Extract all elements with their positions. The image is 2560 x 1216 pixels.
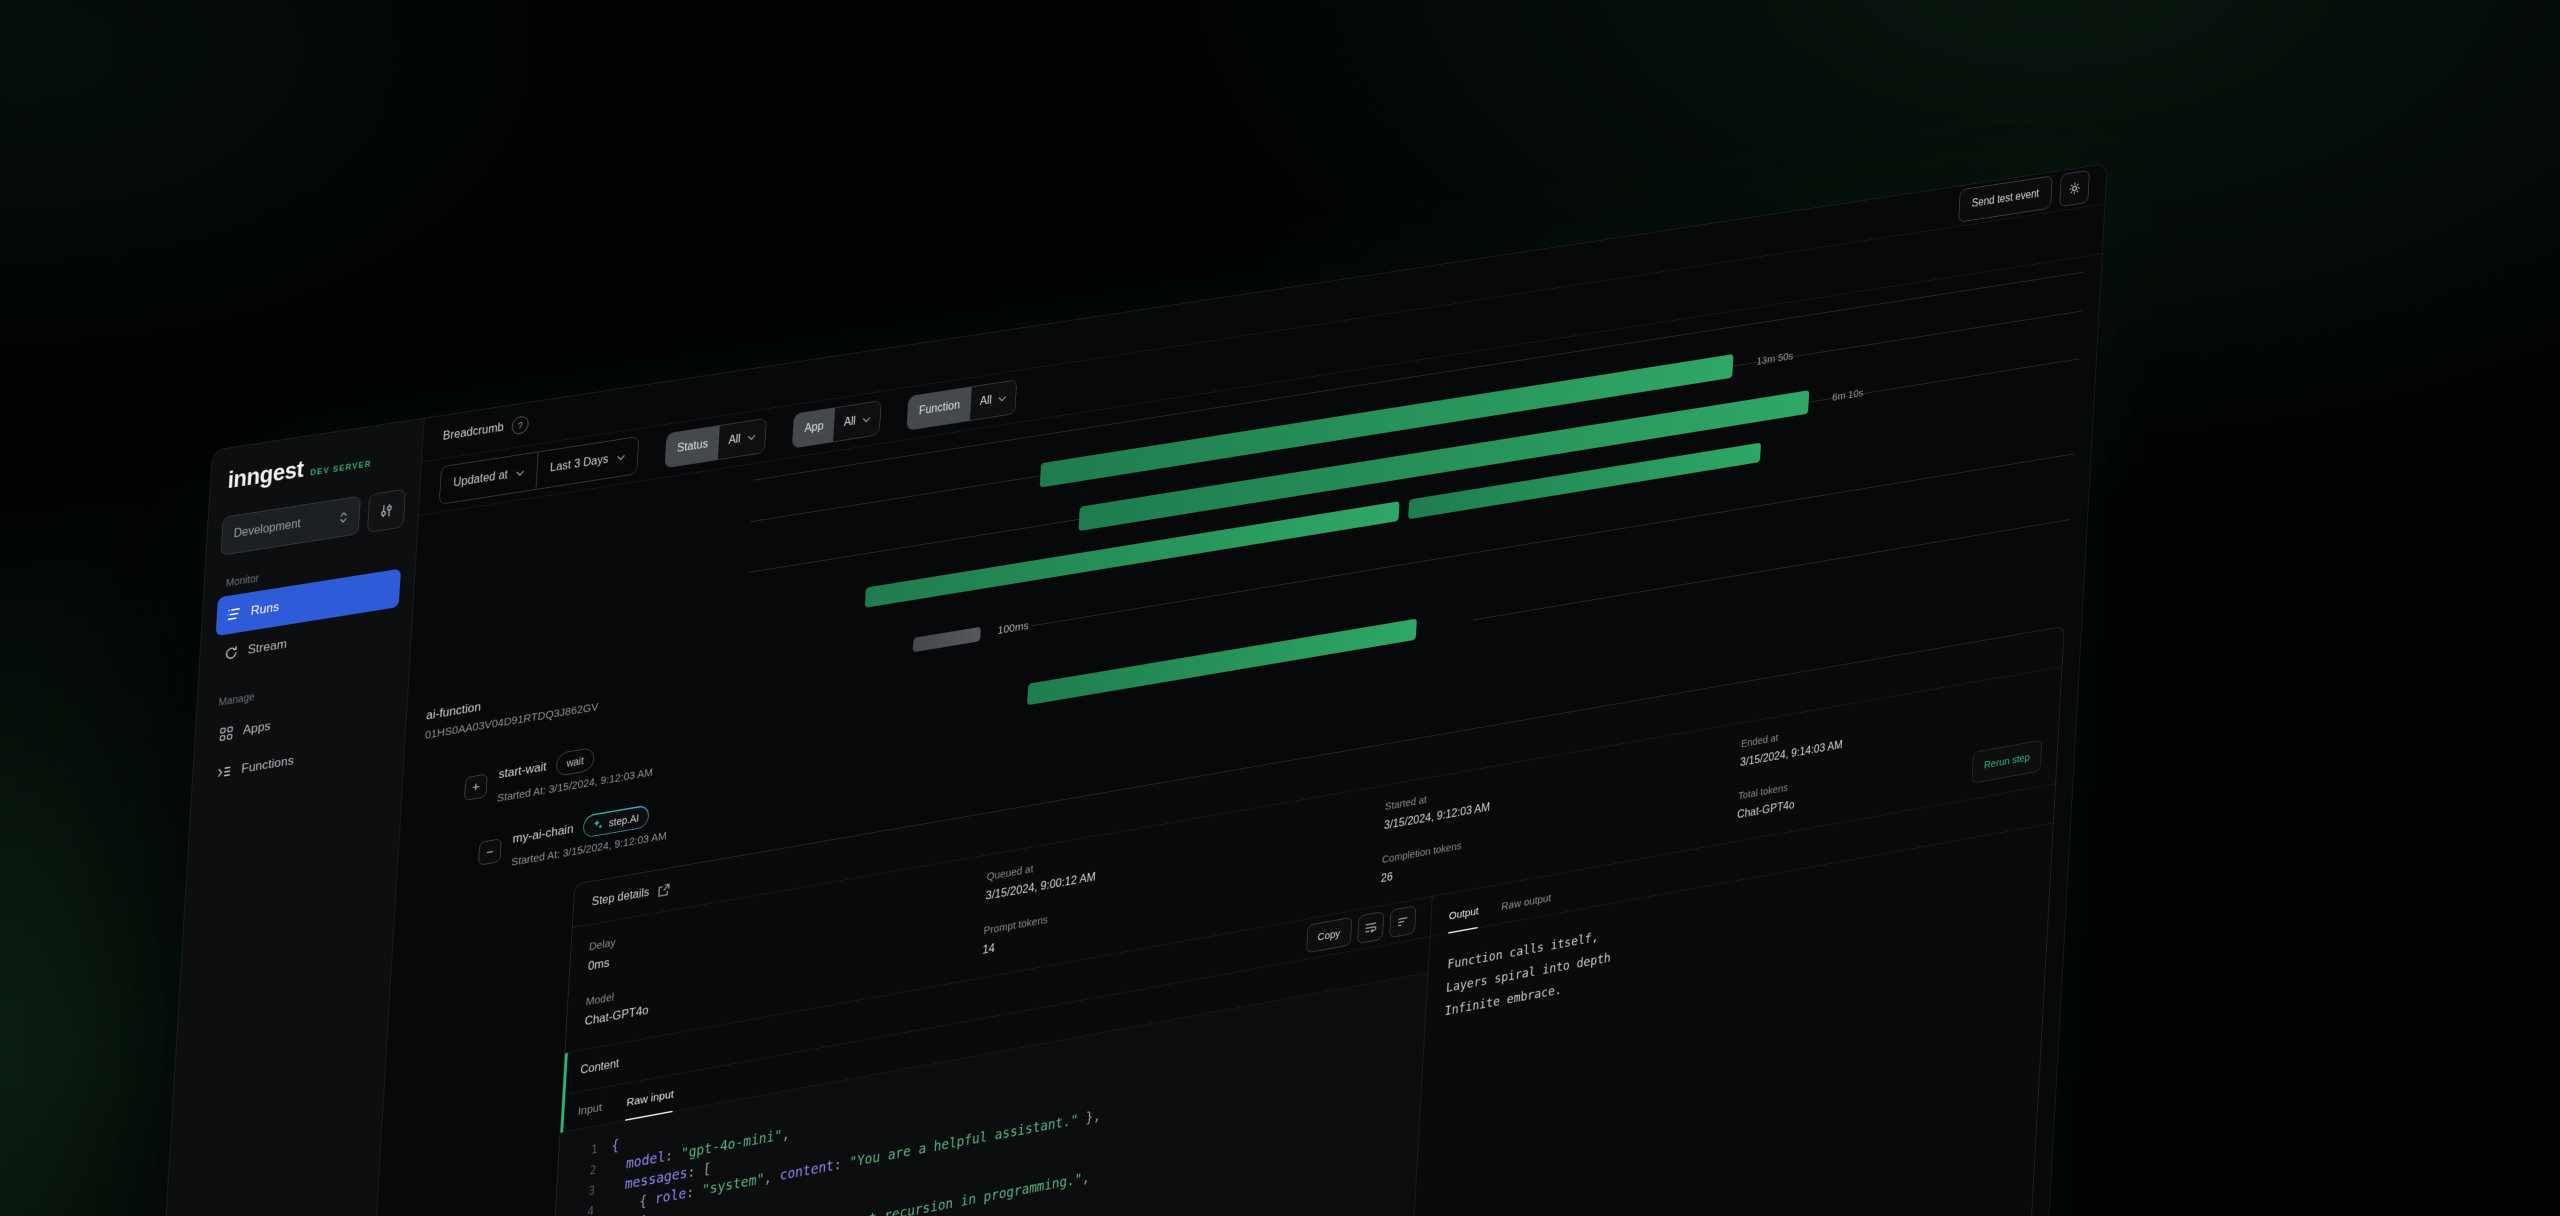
status-filter-value: All [728,433,741,448]
sidebar: inngest DEV SERVER Development [127,419,425,1216]
runs-list-icon [226,606,241,622]
copy-button[interactable]: Copy [1306,917,1352,953]
app-filter-label: App [793,408,836,448]
status-filter-label: Status [665,426,720,468]
function-filter[interactable]: Function All [906,379,1017,430]
code-text: { [611,1135,620,1157]
chevron-down-icon [998,395,1006,402]
function-filter-label: Function [907,387,971,430]
gear-icon [2068,180,2082,197]
sparkle-icon [593,818,604,831]
background: inngest DEV SERVER Development [0,0,2560,1216]
tab-input[interactable]: Input [577,1101,602,1129]
expand-button[interactable]: + [464,774,488,801]
status-filter[interactable]: Status All [664,418,766,468]
content-title: Content [580,1057,619,1077]
breadcrumb: Breadcrumb ? [442,415,529,446]
chevron-updown-icon [339,510,348,525]
sidebar-item-label: Apps [243,719,271,738]
logo-row: inngest DEV SERVER [224,440,409,495]
tab-output[interactable]: Output [1448,905,1479,933]
format-lines-icon [1397,916,1408,928]
collapse-button[interactable]: − [478,838,502,865]
wrap-text-icon [1364,921,1376,934]
sliders-icon [379,502,394,519]
settings-button[interactable] [2059,170,2090,207]
app-perspective-wrapper: inngest DEV SERVER Development [126,163,2107,1216]
sidebar-item-label: Stream [247,637,287,658]
filters-sliders-button[interactable] [367,489,406,533]
chevron-down-icon [616,454,625,461]
breadcrumb-label: Breadcrumb [442,421,504,444]
apps-grid-icon [219,725,233,741]
functions-icon [217,765,232,779]
sort-select[interactable]: Updated at [440,452,538,504]
dev-server-label: DEV SERVER [310,460,372,478]
step-ai-label: step.AI [609,812,640,829]
step-details-title: Step details [591,886,649,909]
step-name: my-ai-chain [512,821,574,846]
app-filter-value: All [843,415,856,430]
stream-refresh-icon [224,645,238,661]
app-filter[interactable]: App All [792,400,882,448]
duration-label: 6m 10s [1832,387,1864,404]
inngest-logo: inngest [227,456,304,494]
help-icon[interactable]: ? [511,415,529,435]
sort-value: Updated at [453,469,508,491]
external-link-icon[interactable] [657,883,669,897]
environment-select[interactable]: Development [220,496,360,556]
sidebar-item-label: Runs [250,599,279,618]
inngest-dev-server-window: inngest DEV SERVER Development [126,163,2107,1216]
wrap-text-button[interactable] [1357,911,1384,944]
range-value: Last 3 Days [550,453,609,475]
environment-value: Development [233,517,301,541]
sidebar-item-label: Functions [241,753,294,777]
format-lines-button[interactable] [1389,905,1416,938]
chevron-down-icon [516,470,525,477]
main-area: Breadcrumb ? Send test event [340,164,2106,1216]
range-select[interactable]: Last 3 Days [536,437,639,489]
duration-label: 13m 50s [1756,350,1793,368]
step-name: start-wait [498,759,547,782]
chevron-down-icon [862,416,870,423]
function-filter-value: All [979,394,992,409]
chevron-down-icon [747,434,755,441]
wait-badge: wait [556,747,595,777]
